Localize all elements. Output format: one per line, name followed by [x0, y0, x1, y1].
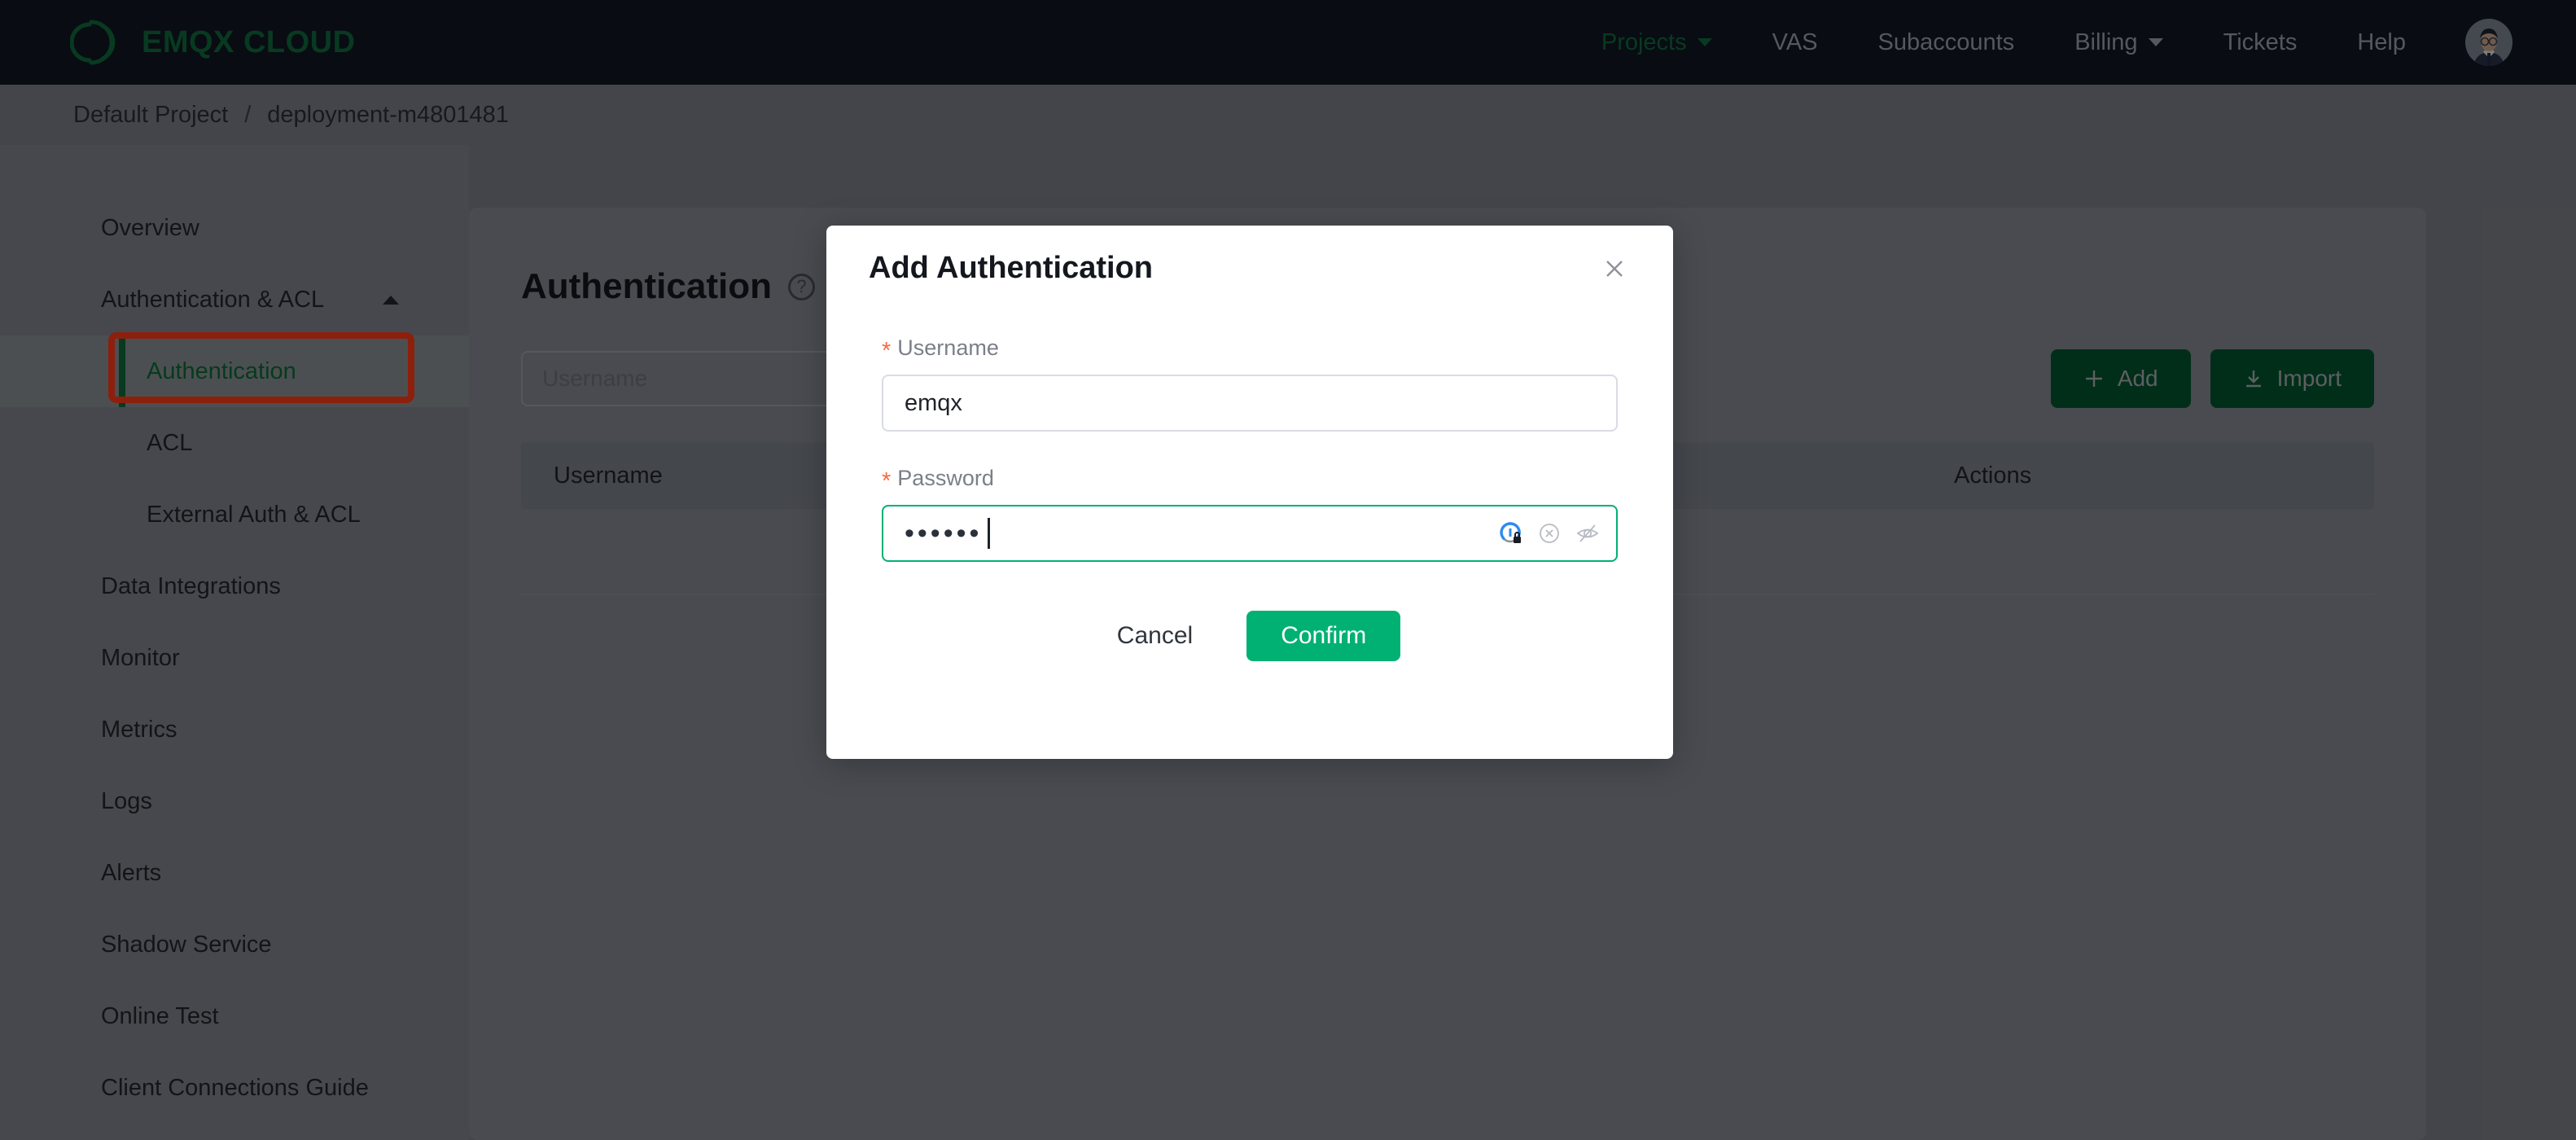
clear-input-icon[interactable] — [1538, 522, 1561, 545]
password-label-text: Password — [897, 466, 994, 490]
dialog-body: * Username emqx * Password •••••• Cancel… — [826, 311, 1673, 661]
password-field-icons — [1499, 521, 1600, 546]
dialog-header: Add Authentication — [826, 226, 1673, 311]
required-marker: * — [882, 468, 892, 494]
dialog-title: Add Authentication — [869, 251, 1153, 285]
confirm-button[interactable]: Confirm — [1246, 611, 1401, 661]
toggle-password-visibility-icon[interactable] — [1575, 522, 1600, 545]
app-root: EMQX CLOUD Projects VAS Subaccounts Bill… — [0, 0, 2576, 1140]
username-input[interactable]: emqx — [882, 375, 1618, 432]
username-label-text: Username — [897, 335, 999, 360]
password-manager-icon[interactable] — [1499, 521, 1523, 546]
password-input[interactable]: •••••• — [882, 505, 1618, 562]
password-manager-glyph — [1500, 522, 1521, 543]
field-spacer — [882, 432, 1618, 466]
text-cursor — [988, 518, 991, 549]
eye-slash-glyph — [1576, 524, 1599, 542]
cancel-button[interactable]: Cancel — [1099, 611, 1211, 661]
add-authentication-dialog: Add Authentication * Username emqx * Pas… — [826, 226, 1673, 759]
username-input-value: emqx — [905, 389, 962, 416]
clear-x-circle-glyph — [1540, 524, 1559, 543]
required-marker: * — [882, 338, 892, 364]
close-x-glyph — [1606, 260, 1623, 277]
password-field-label: * Password — [882, 466, 1618, 494]
password-input-value: •••••• — [905, 518, 983, 549]
username-field-label: * Username — [882, 335, 1618, 364]
close-icon[interactable] — [1600, 254, 1629, 283]
dialog-footer: Cancel Confirm — [882, 611, 1618, 661]
